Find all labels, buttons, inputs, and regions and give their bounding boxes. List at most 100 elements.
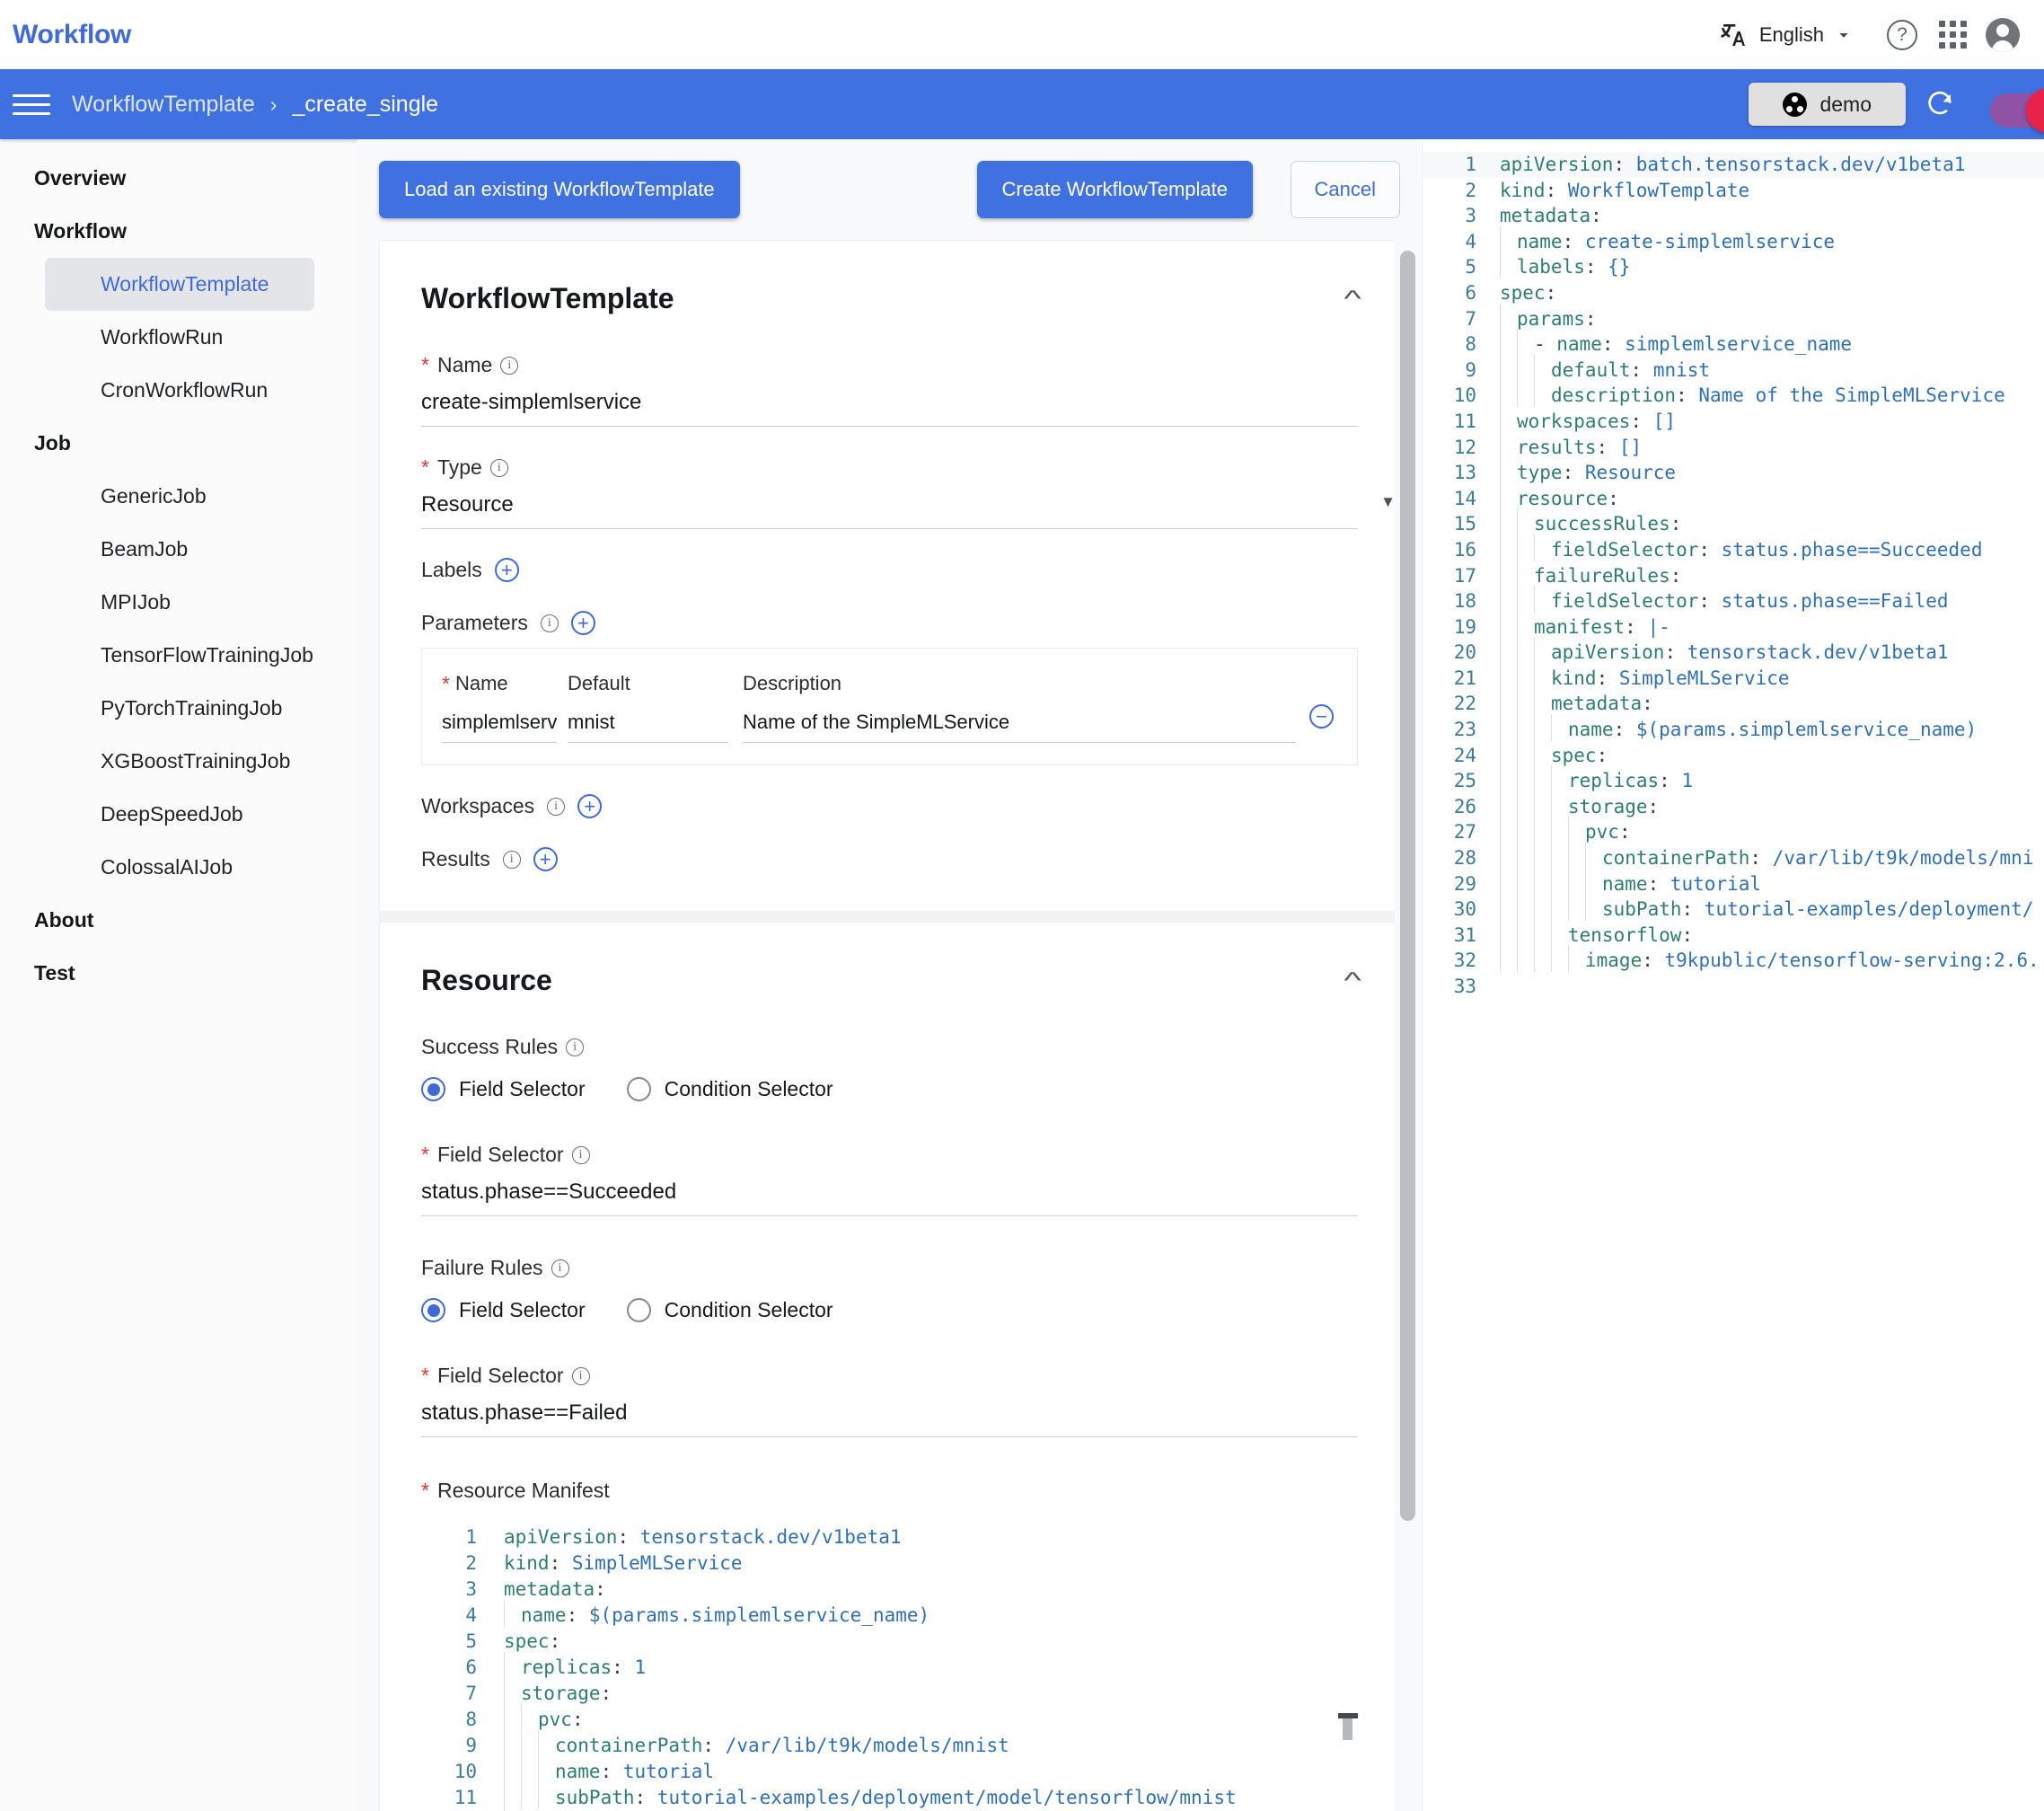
sidebar-item-deepspeedjob[interactable]: DeepSpeedJob <box>45 788 314 841</box>
indent-guide <box>1500 739 1501 767</box>
radio-success-field-selector[interactable]: Field Selector <box>421 1077 586 1101</box>
add-label-button[interactable]: + <box>494 558 519 582</box>
manifest-scroll-handle-v[interactable] <box>1343 1718 1352 1740</box>
indent-guide <box>1534 945 1535 973</box>
radio-label: Field Selector <box>459 1298 586 1321</box>
code-line: 10 description: Name of the SimpleMLServi… <box>1423 380 2044 409</box>
help-button[interactable]: ? <box>1877 10 1927 60</box>
resource-section: Resource ^ Success Rules i Field Selecto… <box>379 922 1400 1811</box>
parameter-description-header: Description <box>743 672 842 694</box>
failure-field-selector-input[interactable] <box>421 1388 1358 1437</box>
section-title: Resource <box>421 964 552 996</box>
radio-failure-condition-selector[interactable]: Condition Selector <box>626 1298 833 1322</box>
code-token: subPath <box>555 1787 635 1808</box>
resource-section-header[interactable]: Resource ^ <box>380 923 1399 1006</box>
add-workspace-button[interactable]: + <box>577 794 603 818</box>
sidebar-item-pytorchtrainingjob[interactable]: PyTorchTrainingJob <box>45 682 314 735</box>
indent-guide <box>1517 688 1518 716</box>
code-token: : <box>1562 462 1585 484</box>
breadcrumb-parent[interactable]: WorkflowTemplate <box>72 92 255 118</box>
apps-button[interactable] <box>1927 10 1978 60</box>
cancel-button[interactable]: Cancel <box>1290 161 1400 218</box>
info-icon[interactable]: i <box>566 1038 585 1056</box>
sidebar-group-workflow[interactable]: Workflow <box>0 205 357 258</box>
success-fs-label: Field Selector <box>436 1143 564 1166</box>
theme-toggle[interactable] <box>1983 83 2044 133</box>
info-icon[interactable]: i <box>571 1366 590 1385</box>
sidebar-item-mpijob[interactable]: MPIJob <box>45 576 314 629</box>
line-number: 6 <box>465 1656 477 1678</box>
code-content: fieldSelector: status.phase==Succeeded <box>1500 534 1982 563</box>
sidebar-item-tensorflowtrainingjob[interactable]: TensorFlowTrainingJob <box>45 629 314 682</box>
sidebar-group-overview[interactable]: Overview <box>0 152 357 205</box>
sidebar-item-genericjob[interactable]: GenericJob <box>45 470 314 523</box>
language-selector[interactable]: English <box>1719 21 1854 49</box>
sidebar-item-workflowtemplate[interactable]: WorkflowTemplate <box>45 258 314 311</box>
code-content: kind: SimpleMLService <box>1500 662 1790 692</box>
code-token: : <box>1613 154 1636 175</box>
account-button[interactable] <box>1978 10 2028 60</box>
code-line: 23 name: $(params.simplemlservice_name) <box>1423 714 2044 743</box>
indent-guide <box>1568 843 1569 870</box>
parameter-description-input[interactable] <box>743 707 1295 743</box>
required-marker: * <box>421 455 429 479</box>
indent-guide <box>521 1730 522 1757</box>
chevron-down-icon[interactable]: ▼ <box>1380 493 1396 511</box>
code-token: : <box>1681 898 1705 921</box>
add-parameter-button[interactable]: + <box>570 611 595 635</box>
sidebar-item-cronworkflowrun[interactable]: CronWorkflowRun <box>45 364 314 417</box>
code-line: 16 fieldSelector: status.phase==Succeeded <box>1423 534 2044 563</box>
radio-failure-field-selector[interactable]: Field Selector <box>421 1298 586 1322</box>
info-icon[interactable]: i <box>547 797 566 816</box>
namespace-selector[interactable]: demo <box>1749 83 1906 126</box>
parameter-name-input[interactable] <box>442 707 557 743</box>
name-input[interactable] <box>421 377 1358 427</box>
info-icon[interactable]: i <box>551 1259 569 1277</box>
code-line: 11 workspaces: [] <box>1423 405 2044 435</box>
load-existing-template-button[interactable]: Load an existing WorkflowTemplate <box>379 161 740 218</box>
hamburger-menu-icon[interactable] <box>13 85 50 123</box>
resource-manifest-editor[interactable]: 1 apiVersion: tensorstack.dev/v1beta1 2 kin… <box>421 1524 1358 1811</box>
indent-guide <box>504 1756 505 1783</box>
radio-success-condition-selector[interactable]: Condition Selector <box>626 1077 833 1101</box>
indent-guide <box>1500 380 1501 408</box>
sidebar-item-colossalaijob[interactable]: ColossalAIJob <box>45 841 314 894</box>
info-icon[interactable]: i <box>502 850 521 869</box>
info-icon[interactable]: i <box>540 614 559 632</box>
results-field-group: Results i + <box>380 847 1399 911</box>
sidebar-item-beamjob[interactable]: BeamJob <box>45 523 314 576</box>
indent-guide <box>1534 739 1535 767</box>
code-line: 30 subPath: tutorial-examples/deployment/ <box>1423 894 2044 923</box>
yaml-editor[interactable]: 1 apiVersion: batch.tensorstack.dev/v1bet… <box>1423 139 2044 1000</box>
workflowtemplate-section-header[interactable]: WorkflowTemplate ^ <box>380 241 1399 324</box>
add-result-button[interactable]: + <box>533 847 558 871</box>
code-line: 3 metadata: <box>421 1577 1358 1603</box>
indent-guide <box>1534 817 1535 844</box>
refresh-button[interactable] <box>1906 77 1974 131</box>
parameter-default-input[interactable] <box>568 707 727 743</box>
remove-parameter-button[interactable]: − <box>1309 704 1334 729</box>
code-token: image <box>1585 950 1643 972</box>
type-select[interactable] <box>421 480 1358 529</box>
line-number: 4 <box>465 1604 477 1626</box>
code-token: fieldSelector <box>1551 590 1699 613</box>
sidebar-group-job[interactable]: Job <box>0 417 357 470</box>
indent-guide <box>538 1756 539 1783</box>
sidebar-group-test[interactable]: Test <box>0 947 357 1000</box>
subbar-actions: demo <box>1749 69 2044 139</box>
success-field-selector-input[interactable] <box>421 1167 1358 1216</box>
create-template-button[interactable]: Create WorkflowTemplate <box>976 161 1253 218</box>
indent-guide <box>1500 817 1501 844</box>
info-icon[interactable]: i <box>571 1145 590 1164</box>
chevron-up-icon[interactable]: ^ <box>1344 967 1361 994</box>
code-token: failureRules <box>1534 564 1670 587</box>
chevron-up-icon[interactable]: ^ <box>1344 285 1361 313</box>
form-scrollbar-thumb[interactable] <box>1400 251 1415 1521</box>
code-content: apiVersion: tensorstack.dev/v1beta1 <box>504 1524 902 1550</box>
sidebar-group-about[interactable]: About <box>0 894 357 947</box>
sidebar-item-workflowrun[interactable]: WorkflowRun <box>45 311 314 364</box>
info-icon[interactable]: i <box>489 458 508 477</box>
info-icon[interactable]: i <box>500 356 519 375</box>
sidebar-item-xgboosttrainingjob[interactable]: XGBoostTrainingJob <box>45 735 314 788</box>
language-label: English <box>1758 22 1824 46</box>
